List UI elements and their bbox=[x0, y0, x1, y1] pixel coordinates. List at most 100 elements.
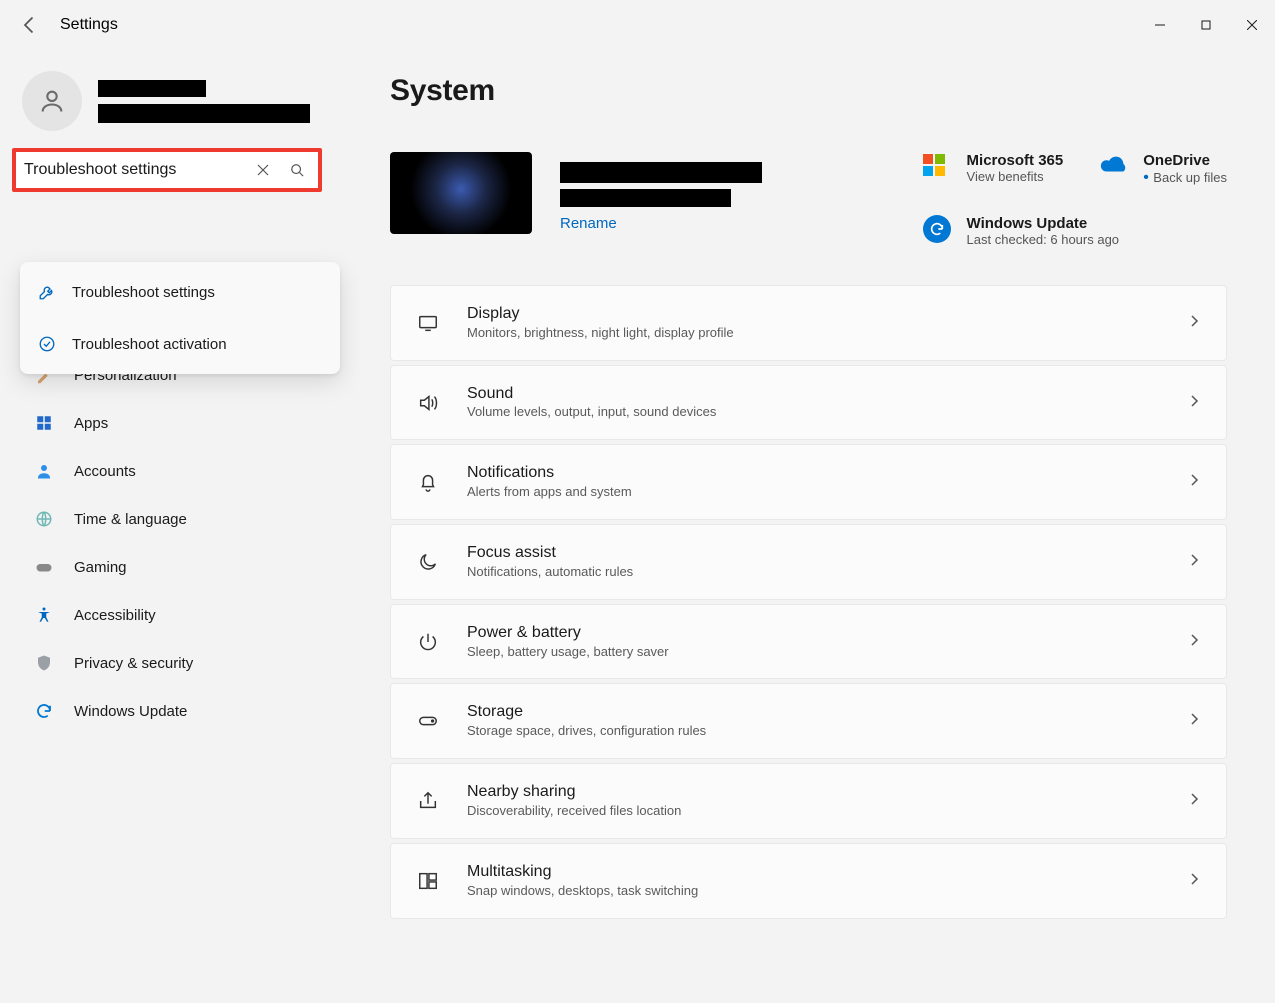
nav-label: Accounts bbox=[74, 463, 136, 480]
sidebar: Troubleshoot settings Troubleshoot activ… bbox=[0, 50, 330, 1003]
chevron-right-icon bbox=[1188, 314, 1200, 332]
card-subtitle: Storage space, drives, configuration rul… bbox=[467, 723, 1188, 740]
nav-label: Privacy & security bbox=[74, 655, 193, 672]
card-title: Power & battery bbox=[467, 623, 1188, 644]
nav-gaming[interactable]: Gaming bbox=[20, 547, 310, 587]
card-title: Nearby sharing bbox=[467, 782, 1188, 803]
nav-accounts[interactable]: Accounts bbox=[20, 451, 310, 491]
nav-label: Apps bbox=[74, 415, 108, 432]
search-input[interactable] bbox=[20, 161, 246, 179]
back-button[interactable] bbox=[20, 15, 40, 35]
device-name-redacted bbox=[560, 162, 762, 183]
bell-icon bbox=[417, 471, 439, 493]
card-subtitle: Discoverability, received files location bbox=[467, 803, 1188, 820]
profile-card[interactable] bbox=[20, 68, 330, 134]
power-icon bbox=[417, 631, 439, 653]
card-subtitle: Alerts from apps and system bbox=[467, 484, 1188, 501]
card-subtitle: Monitors, brightness, night light, displ… bbox=[467, 325, 1188, 342]
check-circle-icon bbox=[38, 335, 56, 353]
card-subtitle: Snap windows, desktops, task switching bbox=[467, 883, 1188, 900]
tile-sub: View benefits bbox=[967, 169, 1064, 184]
shield-icon bbox=[34, 653, 54, 673]
nav-label: Gaming bbox=[74, 559, 127, 576]
card-title: Sound bbox=[467, 384, 1188, 405]
onedrive-icon bbox=[1099, 154, 1127, 182]
tile-title: OneDrive bbox=[1143, 152, 1227, 169]
storage-icon bbox=[417, 710, 439, 732]
nav-privacy[interactable]: Privacy & security bbox=[20, 643, 310, 683]
tile-windows-update[interactable]: Windows Update Last checked: 6 hours ago bbox=[923, 215, 1227, 247]
avatar bbox=[22, 71, 82, 131]
maximize-button[interactable] bbox=[1183, 9, 1229, 41]
search-box-highlight bbox=[12, 148, 322, 192]
apps-icon bbox=[34, 413, 54, 433]
multitask-icon bbox=[417, 870, 439, 892]
card-title: Focus assist bbox=[467, 543, 1188, 564]
share-icon bbox=[417, 790, 439, 812]
profile-email-redacted bbox=[98, 104, 310, 123]
display-icon bbox=[417, 312, 439, 334]
settings-card-storage[interactable]: StorageStorage space, drives, configurat… bbox=[390, 683, 1227, 759]
search-suggestions-dropdown: Troubleshoot settings Troubleshoot activ… bbox=[20, 262, 340, 374]
search-icon[interactable] bbox=[280, 163, 314, 177]
nav-time-language[interactable]: Time & language bbox=[20, 499, 310, 539]
suggestion-label: Troubleshoot settings bbox=[72, 284, 215, 301]
card-subtitle: Notifications, automatic rules bbox=[467, 564, 1188, 581]
settings-card-list: DisplayMonitors, brightness, night light… bbox=[390, 285, 1227, 919]
nav-label: Time & language bbox=[74, 511, 187, 528]
card-title: Storage bbox=[467, 702, 1188, 723]
window-controls bbox=[1137, 9, 1275, 41]
microsoft-365-icon bbox=[923, 154, 951, 182]
wrench-icon bbox=[38, 283, 56, 301]
settings-card-notifications[interactable]: NotificationsAlerts from apps and system bbox=[390, 444, 1227, 520]
globe-icon bbox=[34, 509, 54, 529]
accessibility-icon bbox=[34, 605, 54, 625]
chevron-right-icon bbox=[1188, 633, 1200, 651]
settings-card-focus-assist[interactable]: Focus assistNotifications, automatic rul… bbox=[390, 524, 1227, 600]
chevron-right-icon bbox=[1188, 712, 1200, 730]
card-title: Display bbox=[467, 304, 1188, 325]
settings-card-multitasking[interactable]: MultitaskingSnap windows, desktops, task… bbox=[390, 843, 1227, 919]
card-subtitle: Sleep, battery usage, battery saver bbox=[467, 644, 1188, 661]
profile-name-redacted bbox=[98, 80, 206, 97]
nav-label: Windows Update bbox=[74, 703, 187, 720]
clear-search-icon[interactable] bbox=[246, 163, 280, 177]
tile-title: Microsoft 365 bbox=[967, 152, 1064, 169]
minimize-button[interactable] bbox=[1137, 9, 1183, 41]
tile-onedrive[interactable]: OneDrive Back up files bbox=[1099, 152, 1227, 187]
settings-card-nearby-sharing[interactable]: Nearby sharingDiscoverability, received … bbox=[390, 763, 1227, 839]
device-model-redacted bbox=[560, 189, 731, 207]
tile-sub: Back up files bbox=[1143, 169, 1227, 187]
suggestion-label: Troubleshoot activation bbox=[72, 336, 227, 353]
tile-title: Windows Update bbox=[967, 215, 1120, 232]
chevron-right-icon bbox=[1188, 792, 1200, 810]
nav-windows-update[interactable]: Windows Update bbox=[20, 691, 310, 731]
sync-icon bbox=[34, 701, 54, 721]
sound-icon bbox=[417, 392, 439, 414]
chevron-right-icon bbox=[1188, 553, 1200, 571]
chevron-right-icon bbox=[1188, 394, 1200, 412]
page-title: System bbox=[390, 74, 1227, 108]
suggestion-troubleshoot-settings[interactable]: Troubleshoot settings bbox=[24, 266, 336, 318]
settings-card-sound[interactable]: SoundVolume levels, output, input, sound… bbox=[390, 365, 1227, 441]
window-title: Settings bbox=[60, 16, 118, 34]
main-content: System Rename Microsoft 365 View benefit… bbox=[330, 50, 1275, 1003]
settings-card-power-battery[interactable]: Power & batterySleep, battery usage, bat… bbox=[390, 604, 1227, 680]
card-title: Notifications bbox=[467, 463, 1188, 484]
nav-label: Accessibility bbox=[74, 607, 156, 624]
person-icon bbox=[34, 461, 54, 481]
nav-apps[interactable]: Apps bbox=[20, 403, 310, 443]
device-hero-row: Rename Microsoft 365 View benefits bbox=[390, 152, 1227, 247]
rename-link[interactable]: Rename bbox=[560, 215, 762, 232]
tile-microsoft-365[interactable]: Microsoft 365 View benefits bbox=[923, 152, 1064, 187]
device-wallpaper-preview bbox=[390, 152, 532, 234]
windows-update-icon bbox=[923, 215, 951, 243]
card-subtitle: Volume levels, output, input, sound devi… bbox=[467, 404, 1188, 421]
suggestion-troubleshoot-activation[interactable]: Troubleshoot activation bbox=[24, 318, 336, 370]
close-button[interactable] bbox=[1229, 9, 1275, 41]
nav-accessibility[interactable]: Accessibility bbox=[20, 595, 310, 635]
settings-card-display[interactable]: DisplayMonitors, brightness, night light… bbox=[390, 285, 1227, 361]
moon-icon bbox=[417, 551, 439, 573]
title-bar: Settings bbox=[0, 0, 1275, 50]
chevron-right-icon bbox=[1188, 473, 1200, 491]
